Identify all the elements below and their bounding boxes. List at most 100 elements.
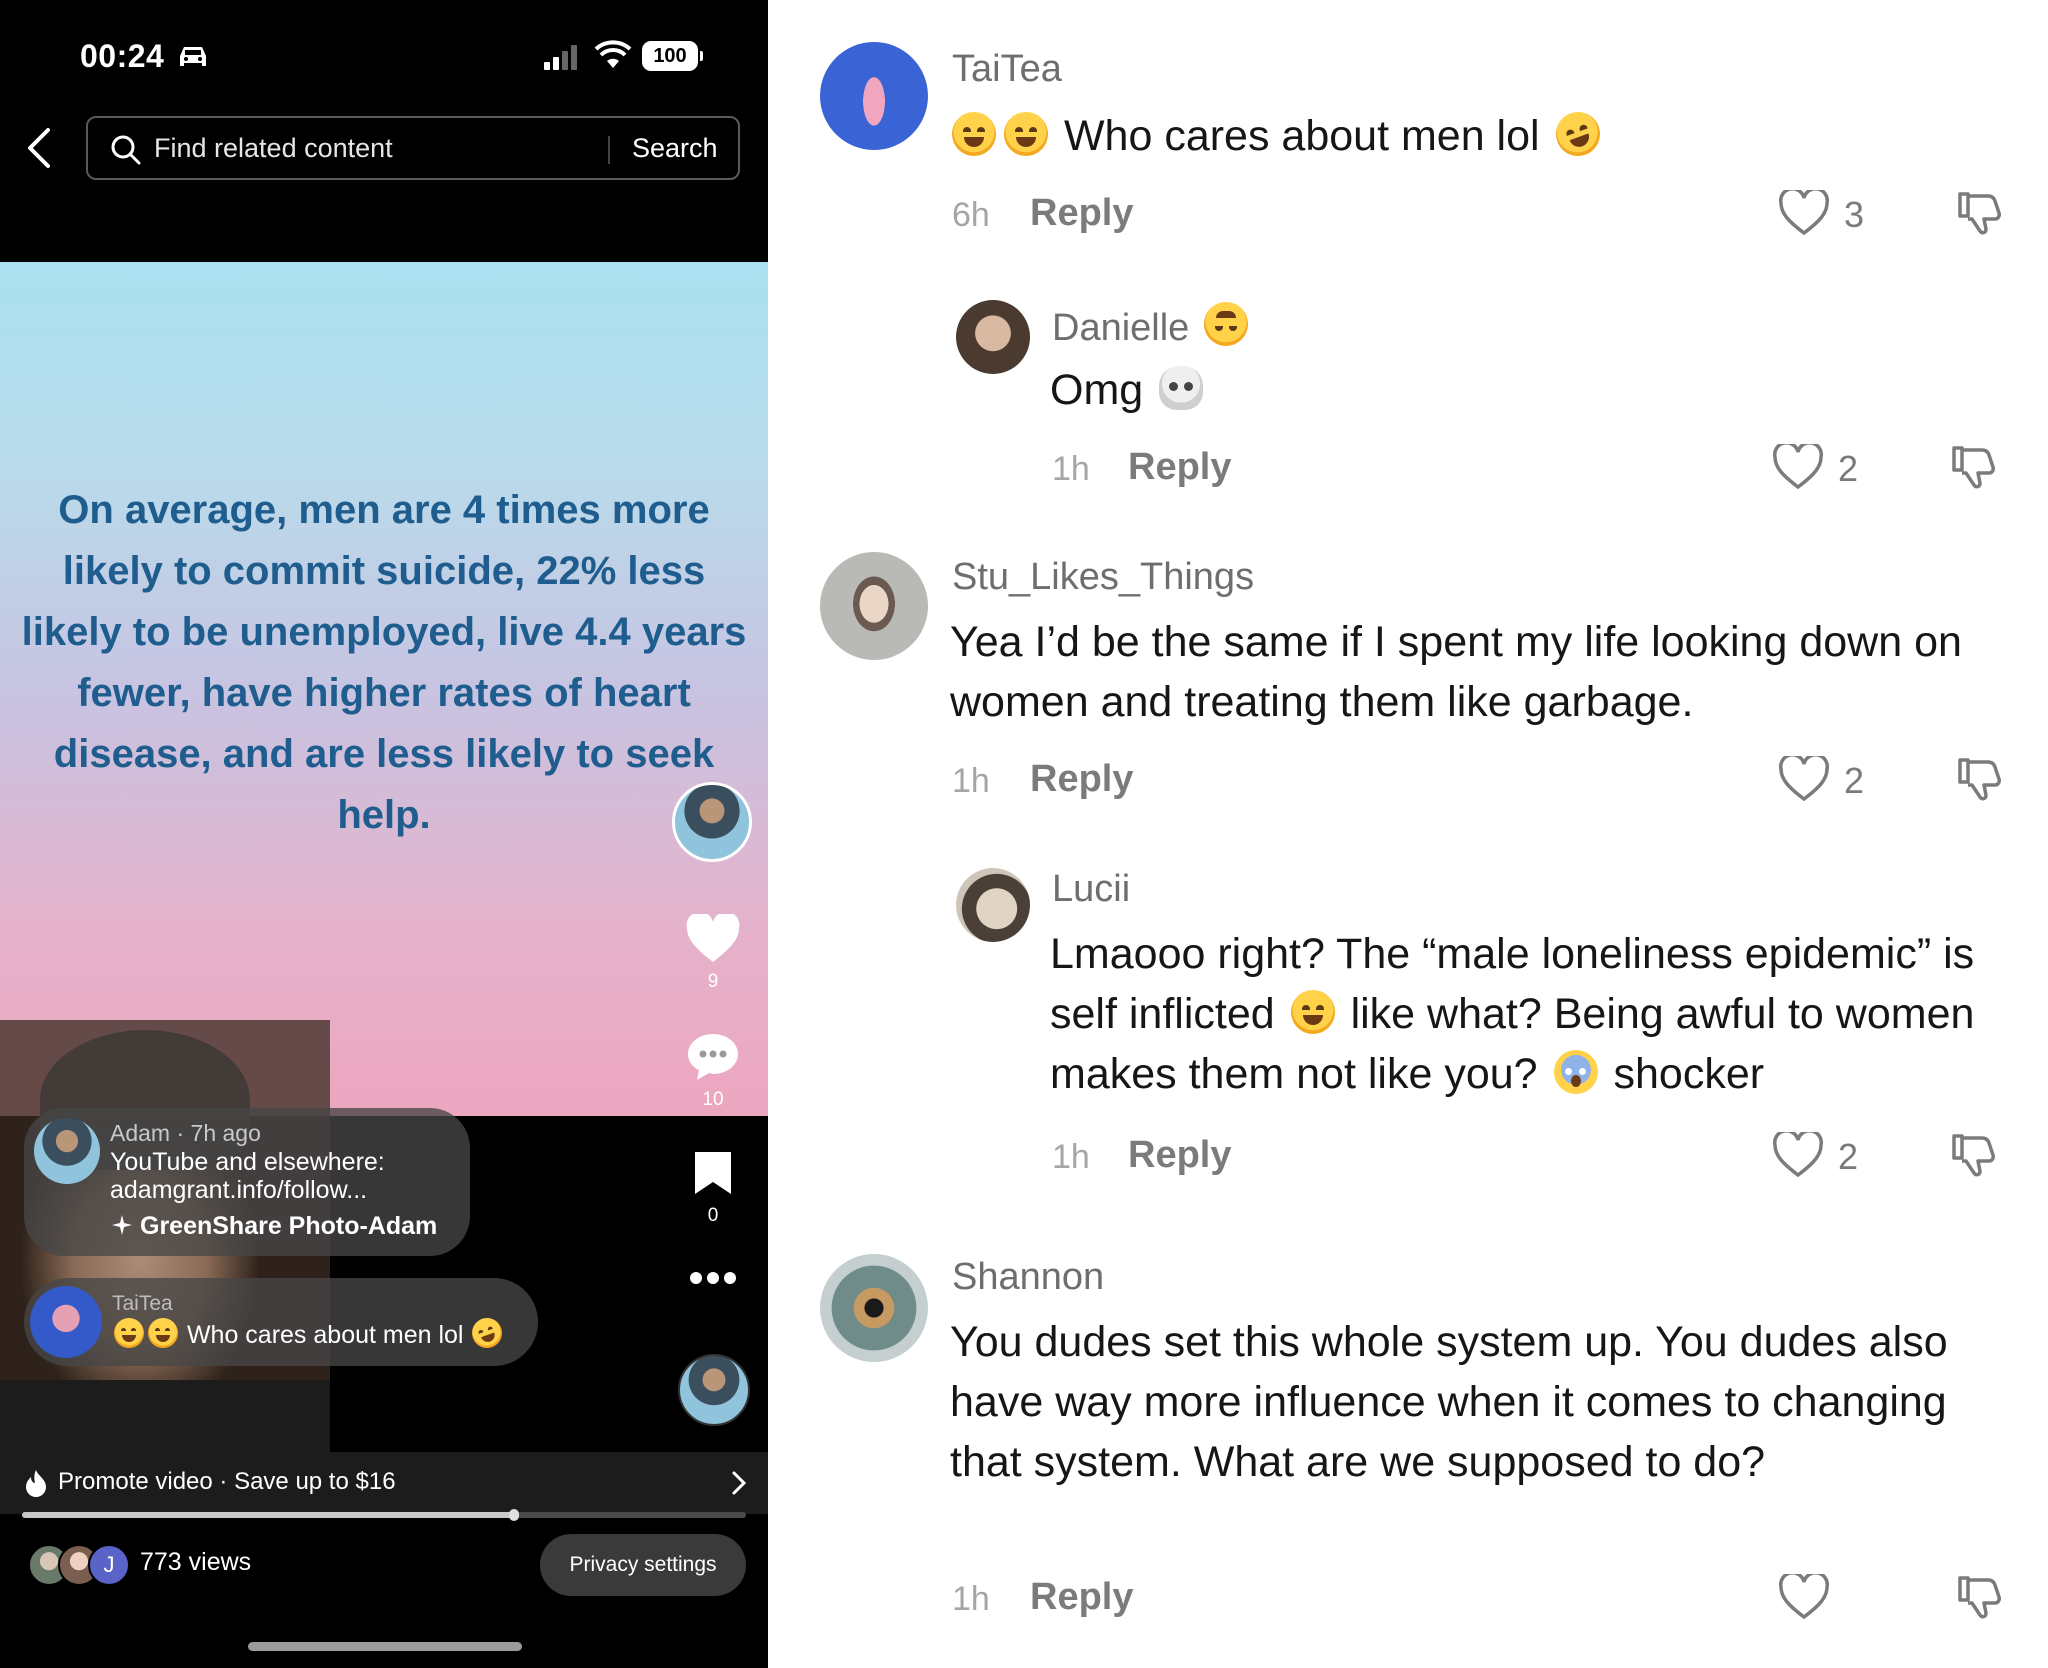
dislike-icon[interactable] [1948,1130,1998,1180]
sparkle-icon [112,1215,132,1235]
more-button[interactable] [680,1270,746,1310]
video-overlay-text: On average, men are 4 times more likely … [21,488,747,837]
comment-time: 1h [952,762,990,800]
comment-count: 10 [702,1089,724,1110]
search-input[interactable]: Find related content Search [86,116,740,180]
comment-time: 1h [1052,450,1090,488]
dislike-icon[interactable] [1954,188,2004,238]
heart-icon[interactable] [1778,1574,1830,1620]
dislike-icon[interactable] [1948,442,1998,492]
comment-body: Omg [1050,366,1144,414]
video-player-screen: 00:24 100 Find related content Search On… [0,0,768,1668]
reply-button[interactable]: Reply [1030,758,1133,801]
avatar[interactable] [956,868,1030,942]
comment-username[interactable]: Stu_Likes_Things [952,556,1254,599]
like-count: 9 [707,971,719,992]
avatar[interactable] [820,552,928,660]
comment-preview-user: TaiTea [112,1292,173,1315]
video-progress-bar[interactable] [22,1509,746,1521]
fire-icon [26,1470,46,1497]
promote-video-bar[interactable]: Promote video · Save up to $16 [0,1452,768,1514]
comment-body-part-3: shocker [1613,1050,1765,1098]
progress-thumb[interactable] [509,1509,520,1521]
sweat-smile-emoji [148,1318,178,1348]
search-icon [111,135,141,165]
heart-icon[interactable] [1778,190,1830,236]
avatar [34,1118,100,1184]
music-avatar[interactable] [678,1354,750,1426]
battery-indicator: 100 [642,41,703,71]
description-meta: Adam · 7h ago [110,1120,261,1146]
like-button[interactable]: 9 [680,911,746,993]
comment-text: Who cares about men lol [948,105,2008,166]
comments-button[interactable]: 10 [680,1030,746,1111]
reply-button[interactable]: Reply [1128,1134,1231,1177]
joy-emoji [1290,990,1335,1034]
avatar[interactable] [820,1254,928,1362]
search-divider [608,136,610,164]
comment-time: 1h [1052,1138,1090,1176]
comment-username[interactable]: Lucii [1052,868,1130,911]
promote-text: Promote video · Save up to $16 [58,1468,396,1495]
dislike-icon[interactable] [1954,754,2004,804]
view-count: 773 views [140,1548,252,1576]
heart-icon[interactable] [1772,1132,1824,1178]
heart-icon[interactable] [1772,444,1824,490]
comment-body: You dudes set this whole system up. You … [950,1318,1948,1486]
like-count: 3 [1844,194,1865,235]
comment-icon [688,1034,738,1080]
skull-emoji [1159,366,1204,410]
like-count: 2 [1838,1136,1859,1177]
comment-time: 6h [952,196,990,234]
comment-body: Who cares about men lol [1063,112,1540,160]
rofl-emoji [468,1313,507,1353]
comment-text: Lmaooo right? The “male loneliness epide… [1050,924,2040,1104]
search-button[interactable]: Search [632,133,718,164]
effect-link[interactable]: GreenShare Photo-Adam [110,1212,437,1241]
avatar[interactable] [820,42,928,150]
search-placeholder: Find related content [154,133,393,163]
chevron-right-icon [732,1471,747,1495]
comments-panel: TaiTea Who cares about men lol 6h Reply … [768,0,2048,1668]
effect-label: GreenShare Photo-Adam [140,1212,438,1240]
comment-text: Omg [1050,360,1950,420]
comment-username-line: Danielle [1052,302,1252,350]
viewer-avatars[interactable]: J [28,1544,138,1586]
avatar: J [88,1544,130,1586]
comment-preview[interactable]: TaiTea Who cares about men lol [24,1278,538,1366]
home-indicator [248,1642,522,1651]
comment-body: Yea I’d be the same if I spent my life l… [950,618,1962,726]
comment-time: 1h [952,1580,990,1618]
back-arrow-icon[interactable] [24,126,54,170]
like-count: 2 [1844,760,1865,801]
video-frame[interactable]: On average, men are 4 times more likely … [0,262,768,1116]
wifi-icon [594,40,632,68]
heart-icon[interactable] [1778,756,1830,802]
upside-down-face-emoji [1203,302,1248,346]
reply-button[interactable]: Reply [1030,192,1133,235]
bookmark-icon [695,1152,731,1194]
status-time: 00:24 [80,38,165,74]
dislike-icon[interactable] [1954,1572,2004,1622]
comment-username[interactable]: Danielle [1052,307,1189,349]
reply-button[interactable]: Reply [1128,446,1231,489]
heart-icon [686,911,740,962]
reply-button[interactable]: Reply [1030,1576,1133,1619]
more-icon [690,1272,736,1284]
avatar[interactable] [956,300,1030,374]
car-icon [180,47,206,66]
creator-avatar[interactable] [672,782,752,862]
sweat-smile-emoji [952,112,996,156]
video-description[interactable]: Adam · 7h ago YouTube and elsewhere: ada… [24,1108,470,1256]
comment-preview-line: Who cares about men lol [112,1313,507,1353]
like-count: 2 [1838,448,1859,489]
save-count: 0 [707,1205,719,1226]
sweat-smile-emoji [114,1318,144,1348]
sweat-smile-emoji [1004,112,1048,156]
comment-username[interactable]: TaiTea [952,48,1062,91]
progress-fill [22,1512,515,1518]
privacy-settings-button[interactable]: Privacy settings [540,1534,746,1596]
save-button[interactable]: 0 [680,1148,746,1227]
comment-preview-text: Who cares about men lol [186,1321,464,1349]
comment-username[interactable]: Shannon [952,1256,1104,1299]
